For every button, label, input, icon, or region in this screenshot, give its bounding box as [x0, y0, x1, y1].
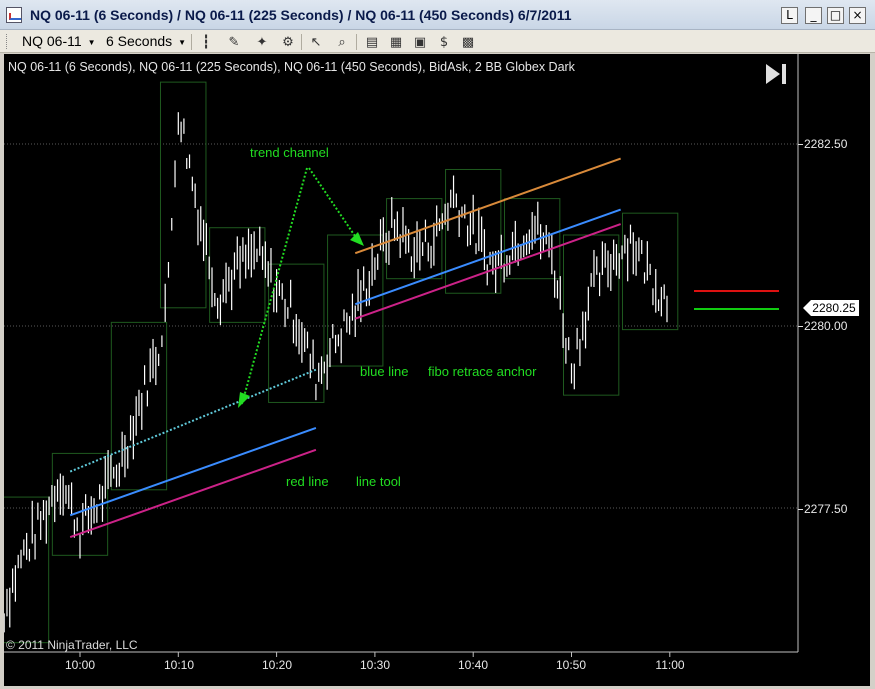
price-tick-mark [798, 326, 803, 327]
data-box-icon[interactable]: ▦ [388, 34, 404, 50]
maximize-button[interactable]: □ [827, 7, 844, 24]
interval-selector[interactable]: 6 Seconds ▼ [106, 33, 186, 50]
blue-trend-line [69, 426, 317, 517]
line-tool-annotation[interactable]: line tool [356, 474, 401, 489]
blue-line-annotation[interactable]: blue line [360, 364, 408, 379]
price-tick-mark [798, 509, 803, 510]
zoom-icon[interactable]: ⌕ [334, 34, 350, 50]
time-tick-label: 10:50 [555, 658, 587, 672]
annotation-arrowhead [238, 392, 250, 408]
close-button[interactable]: × [849, 7, 866, 24]
annotation-arrow-line [241, 167, 308, 405]
red-line-annotation[interactable]: red line [286, 474, 329, 489]
toolbar-separator [191, 34, 192, 50]
current-price-marker: 2280.25 [803, 300, 859, 316]
annotation-arrow-line [308, 167, 360, 243]
time-tick-label: 10:00 [64, 658, 96, 672]
time-tick-label: 10:10 [163, 658, 195, 672]
order-ladder-icon[interactable]: ▤ [364, 34, 380, 50]
timeframe-box [4, 496, 50, 644]
toolbar-separator [301, 34, 302, 50]
dollar-icon[interactable]: $ [436, 34, 452, 50]
minimize-button[interactable]: _ [805, 7, 822, 24]
time-tick-label: 10:40 [457, 658, 489, 672]
time-tick-label: 10:30 [359, 658, 391, 672]
chart-properties-icon[interactable]: ▣ [412, 34, 428, 50]
chart-panel[interactable]: NQ 06-11 (6 Seconds), NQ 06-11 (225 Seco… [4, 54, 870, 686]
toolbar-separator [356, 34, 357, 50]
title-bar: NQ 06-11 (6 Seconds) / NQ 06-11 (225 Sec… [0, 0, 875, 30]
pencil-draw-icon[interactable]: ✎ [226, 34, 242, 50]
link-button[interactable]: L [781, 7, 798, 24]
instrument-label: NQ 06-11 [22, 33, 82, 49]
price-axis[interactable]: 2282.50 2280.00 2277.50 2280.25 [798, 54, 870, 652]
window-title: NQ 06-11 (6 Seconds) / NQ 06-11 (225 Sec… [30, 7, 572, 23]
price-tick-mark [798, 144, 803, 145]
magenta-trend-line [69, 448, 317, 539]
chart-app-icon[interactable] [6, 7, 22, 23]
time-tick-label: 11:00 [655, 658, 685, 672]
chevron-down-icon: ▼ [178, 37, 187, 47]
bar-type-icon[interactable]: ┇ [198, 34, 214, 50]
scroll-to-end-icon[interactable] [766, 64, 788, 84]
strategy-icon[interactable]: ⚙ [280, 34, 296, 50]
annotation-arrowhead [350, 232, 364, 246]
price-tick-label: 2282.50 [804, 137, 848, 151]
cursor-icon[interactable]: ↖ [308, 34, 324, 50]
toolbar-grip[interactable] [6, 34, 10, 49]
price-tick-label: 2280.00 [804, 319, 848, 333]
trend-channel-annotation[interactable]: trend channel [250, 145, 329, 160]
grid-icon[interactable]: ▩ [460, 34, 476, 50]
copyright-text: © 2011 NinjaTrader, LLC [6, 638, 138, 652]
time-tick-label: 10:20 [261, 658, 293, 672]
price-tick-label: 2277.50 [804, 502, 848, 516]
fibo-annotation[interactable]: fibo retrace anchor [428, 364, 536, 379]
indicator-wand-icon[interactable]: ✦ [254, 34, 270, 50]
interval-label: 6 Seconds [106, 33, 173, 49]
dotted-channel-line [69, 368, 317, 473]
chevron-down-icon: ▼ [87, 37, 96, 47]
chart-toolbar: NQ 06-11 ▼ 6 Seconds ▼ ┇ ✎ ✦ ⚙ ↖ ⌕ ▤ ▦ ▣ $… [0, 30, 875, 53]
chart-header-label: NQ 06-11 (6 Seconds), NQ 06-11 (225 Seco… [8, 60, 575, 74]
instrument-selector[interactable]: NQ 06-11 ▼ [22, 33, 96, 50]
timeframe-box [159, 81, 207, 309]
